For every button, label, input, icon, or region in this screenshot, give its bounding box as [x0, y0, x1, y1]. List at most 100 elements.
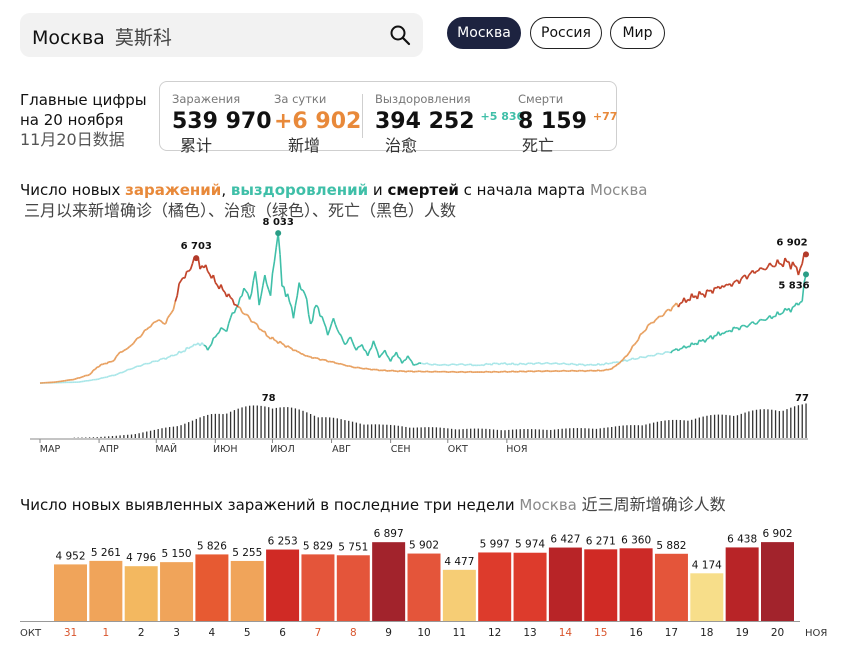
- death-bar: [782, 410, 784, 438]
- stats-panel: Заражения 539 970 累计 За сутки +6 902 新增 …: [159, 81, 617, 155]
- infections-line-segment: [384, 369, 388, 372]
- infections-line-segment: [138, 335, 142, 339]
- infections-line-segment: [274, 339, 277, 342]
- death-bar: [611, 426, 613, 438]
- infections-line-segment: [588, 369, 591, 372]
- recoveries-line-segment: [315, 304, 319, 309]
- stat-value: 8 159 +77: [518, 109, 617, 134]
- recoveries-line-segment: [498, 362, 502, 366]
- infections-line-segment: [166, 314, 171, 319]
- recoveries-line-segment: [792, 305, 795, 308]
- region-tab-world[interactable]: Мир: [610, 17, 665, 49]
- recoveries-line-segment: [216, 331, 220, 335]
- infections-line-segment: [142, 329, 146, 334]
- recoveries-line-segment: [397, 356, 401, 360]
- recoveries-line-segment: [117, 371, 121, 375]
- infections-line-segment: [248, 317, 253, 323]
- death-bar: [405, 426, 407, 438]
- death-bar: [603, 427, 605, 438]
- death-bar: [130, 434, 133, 438]
- infections-line-segment: [677, 302, 681, 308]
- stat-value-text: 8 159: [518, 109, 587, 134]
- death-bar: [241, 407, 243, 438]
- death-bar: [793, 406, 796, 438]
- death-bar: [271, 408, 274, 438]
- stat-cn: 死亡: [522, 136, 555, 155]
- search-input[interactable]: Москва 莫斯科: [32, 23, 172, 50]
- bar-value-label: 5 974: [515, 539, 545, 551]
- infections-line-segment: [575, 370, 578, 373]
- infections-line-segment: [618, 360, 622, 364]
- recoveries-line-segment: [351, 341, 356, 348]
- death-bar: [252, 405, 255, 438]
- bottom-chart-title: Число новых выявленных заражений в после…: [20, 491, 726, 515]
- infections-line-segment: [616, 362, 620, 366]
- infections-line-segment: [498, 370, 502, 374]
- recoveries-line-segment: [418, 362, 422, 365]
- infections-line-segment: [639, 332, 643, 336]
- day-tick-label: 7: [315, 627, 322, 639]
- summary-title-cn: 11月20日数据: [20, 130, 125, 149]
- recoveries-line-segment: [311, 308, 316, 322]
- infections-line-segment: [733, 280, 737, 284]
- city-search-box[interactable]: Москва 莫斯科: [20, 13, 423, 57]
- recoveries-line-segment: [98, 377, 102, 380]
- death-bar: [214, 413, 217, 438]
- peak-label: 8 033: [263, 217, 294, 228]
- daily-bar: [513, 552, 547, 621]
- month-tick-label: ОКТ: [448, 444, 468, 455]
- search-icon[interactable]: [389, 24, 411, 46]
- day-tick-label: 11: [453, 627, 466, 639]
- recoveries-line-segment: [719, 332, 723, 336]
- region-tab-moscow[interactable]: Москва: [447, 17, 521, 49]
- infections-line-segment: [206, 270, 211, 275]
- infections-line-segment: [342, 363, 346, 367]
- death-bar: [797, 405, 800, 438]
- infections-line-segment: [214, 282, 218, 286]
- infections-line-segment: [174, 295, 179, 302]
- daily-bar: [442, 569, 476, 621]
- infections-line-segment: [399, 369, 403, 373]
- stat-cn: 治愈: [385, 136, 418, 155]
- recoveries-line-segment: [576, 363, 580, 367]
- death-bar: [473, 428, 476, 438]
- stats-divider: [362, 94, 363, 138]
- infections-line-segment: [759, 267, 763, 270]
- day-tick-label: 10: [417, 627, 430, 639]
- death-bar: [713, 414, 716, 438]
- death-bar: [439, 427, 441, 438]
- infections-line-segment: [222, 289, 226, 293]
- recoveries-line-segment: [201, 342, 205, 346]
- month-end-label: НОЯ: [805, 628, 827, 639]
- recoveries-line-segment: [269, 273, 274, 296]
- death-bar: [165, 427, 167, 438]
- infections-line-segment: [632, 343, 636, 347]
- recoveries-line-segment: [432, 363, 435, 366]
- death-bar: [104, 436, 106, 438]
- recoveries-line-segment: [376, 350, 380, 358]
- infections-line-segment: [350, 365, 353, 368]
- title-part: с начала марта: [458, 181, 586, 199]
- stat-cn: 新增: [288, 136, 321, 155]
- death-bar: [336, 418, 338, 438]
- recoveries-line-segment: [409, 358, 413, 362]
- recoveries-line-segment: [740, 324, 744, 327]
- infections-line-segment: [382, 369, 386, 372]
- region-tab-russia[interactable]: Россия: [530, 17, 602, 49]
- infections-line-segment: [281, 342, 285, 346]
- death-bar: [218, 413, 220, 438]
- daily-bar: [654, 553, 688, 621]
- infections-line-segment: [264, 331, 268, 337]
- recoveries-line-segment: [123, 370, 127, 373]
- infections-line-segment: [413, 370, 416, 373]
- stat-value-text: 394 252: [375, 109, 475, 134]
- recoveries-line-segment: [233, 307, 238, 314]
- infections-line-segment: [576, 369, 580, 373]
- recoveries-line-segment: [149, 360, 153, 364]
- death-bar: [268, 407, 270, 438]
- death-bar: [652, 422, 655, 438]
- death-bar: [370, 424, 373, 438]
- death-bar: [340, 419, 342, 438]
- infections-line-segment: [669, 306, 674, 312]
- death-bar: [531, 429, 533, 438]
